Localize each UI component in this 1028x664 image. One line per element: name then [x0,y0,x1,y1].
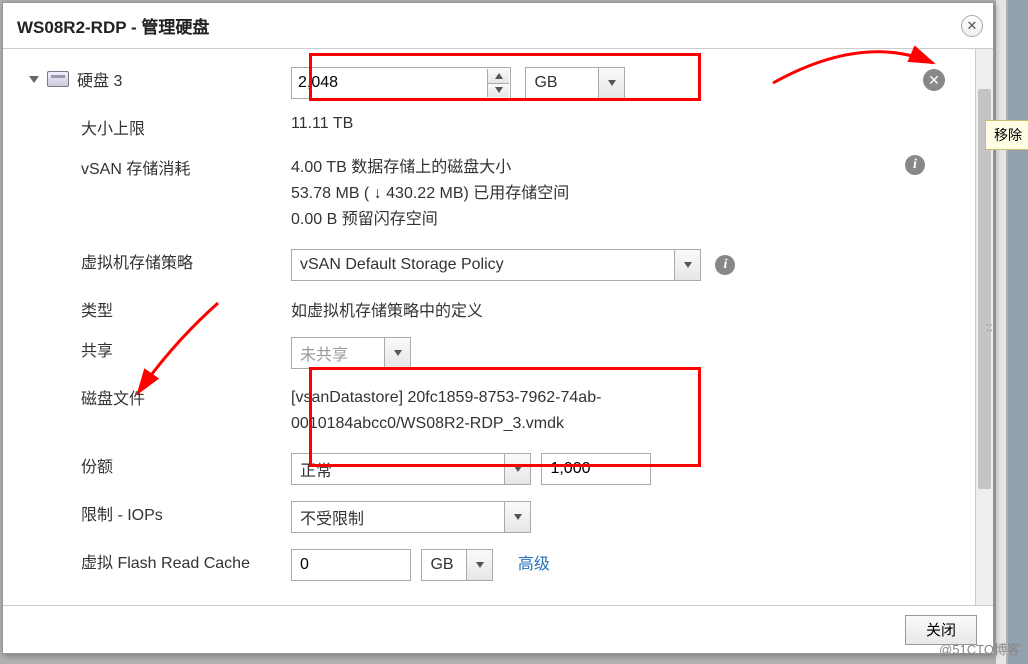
share-row: 共享 未共享 [11,327,985,375]
flash-unit-dropdown[interactable]: GB [421,549,493,581]
dialog-window: WS08R2-RDP - 管理硬盘 ✕ 硬盘 3 GB [2,2,994,654]
share-dropdown[interactable]: 未共享 [291,337,411,369]
vsan-line2: 53.78 MB ( ↓ 430.22 MB) 已用存储空间 [291,181,895,207]
remove-tooltip: 移除 [985,120,1028,150]
quota-row: 份额 正常 [11,443,985,491]
share-label: 共享 [11,333,291,361]
dialog-title: WS08R2-RDP - 管理硬盘 [17,13,209,38]
vsan-label: vSAN 存储消耗 [11,151,291,179]
iops-value: 不受限制 [292,505,394,529]
flash-row: 虚拟 Flash Read Cache GB 高级 [11,539,985,587]
quota-label: 份额 [11,449,291,477]
iops-value-col: 不受限制 [291,497,985,533]
info-icon[interactable]: i [905,155,925,175]
disk-header-row: 硬盘 3 GB ✕ [11,57,985,105]
content-area: 硬盘 3 GB ✕ 大小上限 [3,49,993,605]
vsan-line3: 0.00 B 预留闪存空间 [291,207,895,233]
dialog-footer: 关闭 [3,605,993,653]
chevron-down-icon[interactable] [598,68,624,98]
flash-label: 虚拟 Flash Read Cache [11,545,291,573]
info-icon[interactable]: i [715,255,735,275]
type-row: 类型 如虚拟机存储策略中的定义 [11,287,985,327]
share-value-col: 未共享 [291,333,985,369]
quota-dropdown[interactable]: 正常 [291,453,531,485]
chevron-down-icon[interactable] [674,250,700,280]
titlebar: WS08R2-RDP - 管理硬盘 ✕ [3,3,993,49]
remove-disk-button[interactable]: ✕ [923,69,945,91]
disk-size-value[interactable] [298,74,458,92]
size-unit-dropdown[interactable]: GB [525,67,625,99]
close-icon[interactable]: ✕ [961,15,983,37]
disk-name: 硬盘 3 [77,67,122,91]
disk-size-input[interactable] [291,67,511,99]
watermark: @51CTO博客 [939,639,1020,658]
disk-file-row: 磁盘文件 [vsanDatastore] 20fc1859-8753-7962-… [11,375,985,443]
type-label: 类型 [11,293,291,321]
chevron-down-icon[interactable] [384,338,410,368]
background-stripe-blue [1008,0,1028,664]
policy-value-col: vSAN Default Storage Policy i [291,245,985,281]
share-value: 未共享 [292,341,378,365]
max-size-row: 大小上限 11.11 TB [11,105,985,145]
disk-file-label: 磁盘文件 [11,381,291,409]
background-stripe-gray [996,0,1006,664]
size-unit-value: GB [526,74,587,92]
iops-row: 限制 - IOPs 不受限制 [11,491,985,539]
vsan-row: vSAN 存储消耗 4.00 TB 数据存储上的磁盘大小 53.78 MB ( … [11,145,985,239]
storage-policy-dropdown[interactable]: vSAN Default Storage Policy [291,249,701,281]
disk-size-controls: GB [291,63,985,99]
advanced-link[interactable]: 高级 [518,556,550,573]
max-size-label: 大小上限 [11,111,291,139]
flash-value-input[interactable] [291,549,411,581]
storage-policy-value: vSAN Default Storage Policy [292,256,534,274]
disk-icon [47,71,69,87]
chevron-down-icon[interactable] [466,550,492,580]
vsan-value: 4.00 TB 数据存储上的磁盘大小 53.78 MB ( ↓ 430.22 M… [291,151,895,233]
type-value: 如虚拟机存储策略中的定义 [291,293,985,321]
quota-number-input[interactable] [541,453,651,485]
quota-value: 正常 [292,457,362,481]
scroll-grip-icon: :: [986,320,993,334]
flash-value-col: GB 高级 [291,545,985,581]
iops-dropdown[interactable]: 不受限制 [291,501,531,533]
chevron-down-icon[interactable] [504,502,530,532]
policy-label: 虚拟机存储策略 [11,245,291,273]
disk-file-value: [vsanDatastore] 20fc1859-8753-7962-74ab-… [291,381,671,437]
chevron-down-icon[interactable] [504,454,530,484]
expand-arrow-icon[interactable] [29,76,39,83]
size-increment-button[interactable] [488,69,509,83]
max-size-value: 11.11 TB [291,111,985,133]
quota-value-col: 正常 [291,449,985,485]
iops-label: 限制 - IOPs [11,497,291,525]
disk-header-label[interactable]: 硬盘 3 [11,63,291,91]
size-decrement-button[interactable] [488,83,509,98]
policy-row: 虚拟机存储策略 vSAN Default Storage Policy i [11,239,985,287]
vsan-line1: 4.00 TB 数据存储上的磁盘大小 [291,155,895,181]
